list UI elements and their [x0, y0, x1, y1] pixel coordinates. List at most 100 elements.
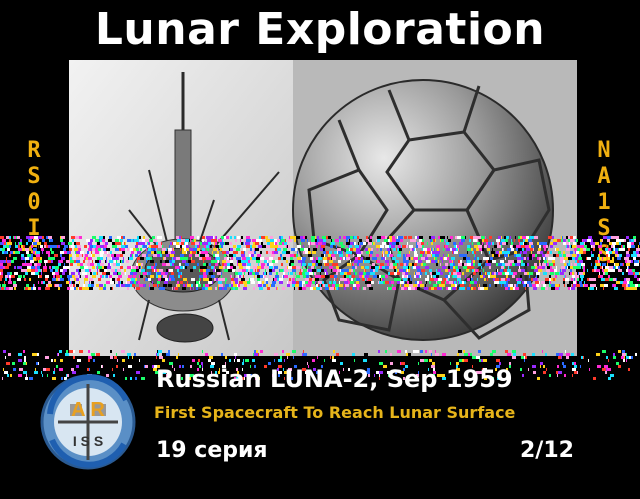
- noise-pixel: [587, 278, 589, 281]
- noise-pixel: [608, 359, 609, 362]
- noise-pixel: [496, 359, 500, 362]
- noise-pixel: [426, 356, 427, 359]
- noise-pixel: [114, 356, 117, 359]
- noise-pixel: [2, 377, 3, 380]
- noise-pixel: [7, 263, 11, 266]
- noise-pixel: [57, 245, 58, 248]
- noise-pixel: [619, 353, 622, 356]
- noise-pixel: [628, 272, 630, 275]
- noise-pixel: [632, 284, 635, 287]
- noise-pixel: [47, 272, 49, 275]
- noise-pixel: [26, 284, 29, 287]
- noise-pixel: [627, 242, 631, 245]
- noise-pixel: [9, 275, 11, 278]
- noise-pixel: [601, 278, 605, 281]
- noise-pixel: [18, 374, 22, 377]
- noise-pixel: [624, 239, 626, 242]
- noise-pixel: [56, 278, 58, 281]
- noise-pixel: [58, 269, 59, 272]
- noise-pixel: [632, 269, 634, 272]
- noise-pixel: [26, 362, 27, 365]
- noise-pixel: [14, 272, 18, 275]
- noise-pixel: [14, 266, 16, 269]
- noise-pixel: [616, 242, 619, 245]
- noise-pixel: [587, 239, 591, 242]
- noise-pixel: [37, 353, 39, 356]
- noise-pixel: [618, 266, 620, 269]
- noise-pixel: [80, 359, 81, 362]
- noise-pixel: [32, 353, 33, 356]
- noise-pixel: [55, 272, 59, 275]
- noise-pixel: [42, 353, 43, 356]
- noise-pixel: [619, 248, 622, 251]
- noise-pixel: [610, 374, 614, 377]
- noise-pixel: [274, 359, 275, 362]
- noise-pixel: [52, 257, 55, 260]
- noise-pixel: [66, 350, 68, 353]
- noise-pixel: [67, 356, 69, 359]
- noise-pixel: [133, 356, 137, 359]
- noise-pixel: [34, 284, 35, 287]
- noise-pixel: [613, 278, 616, 281]
- noise-pixel: [11, 275, 15, 278]
- noise-pixel: [51, 260, 53, 263]
- noise-pixel: [18, 245, 20, 248]
- noise-pixel: [60, 278, 64, 281]
- noise-pixel: [33, 287, 36, 290]
- noise-pixel: [607, 368, 611, 371]
- noise-pixel: [633, 251, 636, 254]
- noise-pixel: [25, 272, 28, 275]
- callsign-right-char: A: [597, 164, 611, 189]
- noise-pixel: [13, 251, 15, 254]
- noise-pixel: [579, 260, 583, 263]
- noise-pixel: [599, 272, 600, 275]
- noise-pixel: [7, 260, 11, 263]
- noise-pixel: [396, 356, 400, 359]
- noise-pixel: [583, 251, 586, 254]
- noise-pixel: [25, 377, 28, 380]
- noise-pixel: [614, 287, 618, 290]
- noise-pixel: [50, 248, 52, 251]
- noise-pixel: [144, 365, 145, 368]
- noise-pixel: [28, 287, 31, 290]
- noise-pixel: [45, 275, 49, 278]
- noise-pixel: [24, 359, 26, 362]
- noise-pixel: [626, 269, 628, 272]
- noise-pixel: [41, 269, 42, 272]
- noise-pixel: [593, 281, 597, 284]
- noise-pixel: [586, 248, 590, 251]
- noise-pixel: [48, 254, 50, 257]
- callsign-right-char: N: [597, 138, 611, 163]
- noise-pixel: [46, 236, 48, 239]
- noise-pixel: [48, 281, 51, 284]
- noise-pixel: [629, 266, 633, 269]
- noise-pixel: [622, 248, 625, 251]
- callsign-right-char: S: [597, 242, 611, 267]
- noise-pixel: [67, 275, 68, 278]
- noise-pixel: [4, 260, 5, 263]
- series-label: 19 серия: [156, 438, 268, 463]
- noise-pixel: [616, 239, 620, 242]
- noise-pixel: [18, 272, 21, 275]
- noise-pixel: [43, 269, 47, 272]
- noise-pixel: [6, 245, 9, 248]
- noise-pixel: [629, 281, 633, 284]
- noise-pixel: [622, 284, 626, 287]
- noise-pixel: [46, 245, 48, 248]
- noise-pixel: [317, 356, 318, 359]
- noise-pixel: [36, 362, 38, 365]
- noise-pixel: [330, 356, 331, 359]
- noise-pixel: [134, 362, 138, 365]
- noise-pixel: [58, 278, 60, 281]
- noise-pixel: [605, 272, 608, 275]
- noise-pixel: [60, 269, 63, 272]
- noise-pixel: [612, 269, 615, 272]
- noise-pixel: [61, 257, 65, 260]
- noise-pixel: [225, 356, 227, 359]
- noise-pixel: [633, 257, 636, 260]
- logo-letters-top: A R: [71, 399, 105, 421]
- noise-pixel: [48, 236, 52, 239]
- noise-pixel: [145, 365, 148, 368]
- noise-pixel: [6, 362, 10, 365]
- noise-pixel: [176, 356, 178, 359]
